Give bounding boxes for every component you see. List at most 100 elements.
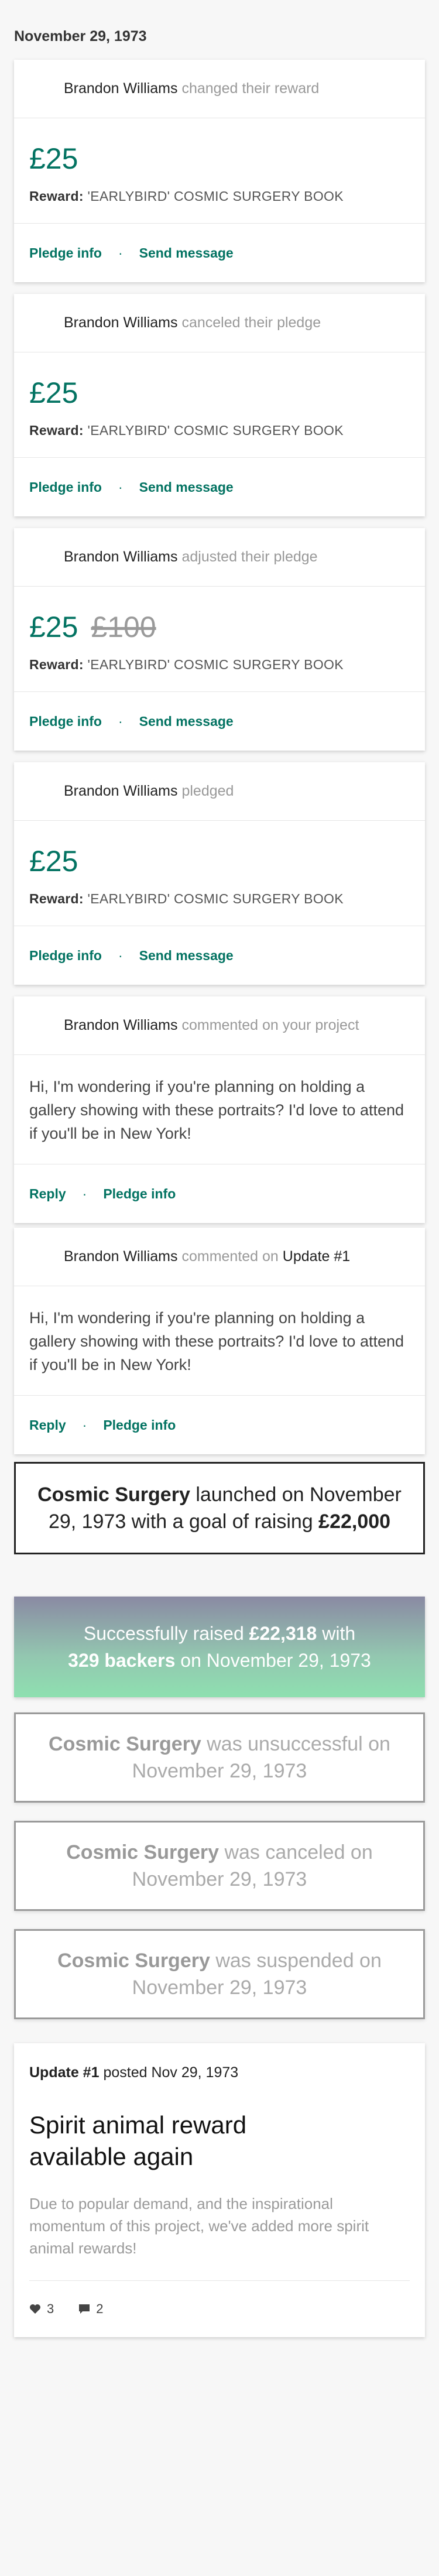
pledge-info-link[interactable]: Pledge info	[29, 479, 102, 495]
reward-label: Reward:	[29, 891, 84, 906]
activity-action: changed their reward	[181, 80, 320, 97]
activity-card-pledge-canceled: Brandon Williams canceled their pledge £…	[14, 294, 425, 516]
actor-name[interactable]: Brandon Williams	[64, 1017, 178, 1034]
separator-dot: ·	[82, 1186, 87, 1201]
reward-label: Reward:	[29, 189, 84, 204]
card-actions: Pledge info · Send message	[14, 224, 425, 282]
pledge-amount: £25	[29, 376, 78, 409]
avatar[interactable]	[29, 1244, 55, 1270]
activity-header: Brandon Williams pledged	[14, 762, 425, 821]
pledge-info-link[interactable]: Pledge info	[29, 948, 102, 964]
comment-icon	[78, 2304, 90, 2314]
goal-amount: £22,000	[318, 1510, 391, 1533]
project-name[interactable]: Cosmic Surgery	[66, 1841, 219, 1864]
avatar[interactable]	[29, 310, 55, 336]
card-actions: Pledge info · Send message	[14, 926, 425, 985]
activity-action: adjusted their pledge	[181, 549, 318, 565]
send-message-link[interactable]: Send message	[139, 245, 234, 261]
update-stats: 3 2	[29, 2281, 410, 2337]
comments-count: 2	[96, 2301, 104, 2316]
heart-icon	[29, 2304, 41, 2314]
activity-feed: November 29, 1973 Brandon Williams chang…	[0, 0, 439, 2576]
pledge-info-link[interactable]: Pledge info	[29, 245, 102, 261]
pledge-amount: £25	[29, 142, 78, 175]
comment-body: Hi, I'm wondering if you're planning on …	[29, 1078, 404, 1142]
project-success-card: Successfully raised £22,318 with 329 bac…	[14, 1597, 425, 1697]
reward-name: 'EARLYBIRD' COSMIC SURGERY BOOK	[87, 891, 344, 906]
actor-name[interactable]: Brandon Williams	[64, 783, 178, 800]
comments-stat[interactable]: 2	[78, 2301, 104, 2317]
update-number[interactable]: Update #1	[29, 2064, 99, 2081]
actor-name[interactable]: Brandon Williams	[64, 1248, 178, 1265]
activity-card-pledged: Brandon Williams pledged £25 Reward: 'EA…	[14, 762, 425, 985]
activity-action: commented on your project	[181, 1017, 359, 1033]
avatar[interactable]	[29, 779, 55, 804]
pledge-amount: £25	[29, 845, 78, 878]
activity-action: canceled their pledge	[181, 314, 321, 331]
pledge-info-link[interactable]: Pledge info	[29, 714, 102, 729]
with-text: with	[322, 1623, 356, 1644]
reward-line: Reward: 'EARLYBIRD' COSMIC SURGERY BOOK	[14, 644, 425, 673]
activity-action: commented on	[181, 1248, 279, 1265]
activity-header: Brandon Williams changed their reward	[14, 60, 425, 118]
separator-dot: ·	[118, 713, 123, 729]
reward-name: 'EARLYBIRD' COSMIC SURGERY BOOK	[87, 189, 344, 204]
comment-card-update: Brandon Williams commented on Update #1 …	[14, 1228, 425, 1454]
project-name[interactable]: Cosmic Surgery	[49, 1733, 201, 1755]
actor-name[interactable]: Brandon Williams	[64, 314, 178, 331]
launched-text: launched on	[196, 1484, 304, 1506]
success-text: Successfully raised	[83, 1623, 244, 1644]
activity-action: pledged	[181, 783, 234, 799]
likes-stat[interactable]: 3	[29, 2301, 54, 2317]
likes-count: 3	[47, 2301, 54, 2316]
raised-amount: £22,318	[249, 1623, 317, 1644]
card-actions: Reply · Pledge info	[14, 1164, 425, 1223]
success-date: on November 29, 1973	[180, 1650, 371, 1671]
project-name[interactable]: Cosmic Surgery	[37, 1484, 190, 1506]
comment-card-project: Brandon Williams commented on your proje…	[14, 996, 425, 1223]
avatar[interactable]	[29, 76, 55, 102]
separator-dot: ·	[118, 245, 123, 261]
amount-row: £25	[14, 118, 425, 176]
activity-card-pledge-adjusted: Brandon Williams adjusted their pledge £…	[14, 528, 425, 751]
reward-label: Reward:	[29, 423, 84, 438]
card-actions: Pledge info · Send message	[14, 458, 425, 516]
reward-line: Reward: 'EARLYBIRD' COSMIC SURGERY BOOK	[14, 410, 425, 439]
send-message-link[interactable]: Send message	[139, 948, 234, 964]
avatar[interactable]	[29, 1013, 55, 1039]
project-unsuccessful-card: Cosmic Surgery was unsuccessful on Novem…	[14, 1712, 425, 1803]
actor-name[interactable]: Brandon Williams	[64, 549, 178, 566]
separator-dot: ·	[118, 947, 123, 963]
reply-link[interactable]: Reply	[29, 1417, 66, 1433]
separator-dot: ·	[82, 1417, 87, 1433]
amount-row: £25	[14, 821, 425, 878]
update-link[interactable]: Update #1	[283, 1248, 350, 1265]
previous-pledge-amount: £100	[91, 611, 156, 643]
activity-header: Brandon Williams commented on Update #1	[14, 1228, 425, 1286]
pledge-info-link[interactable]: Pledge info	[103, 1186, 176, 1202]
project-update-card[interactable]: Update #1 posted Nov 29, 1973 Spirit ani…	[14, 2043, 425, 2337]
update-header: Update #1 posted Nov 29, 1973	[29, 2064, 410, 2081]
update-title[interactable]: Spirit animal reward available again	[29, 2109, 275, 2173]
send-message-link[interactable]: Send message	[139, 714, 234, 729]
activity-card-reward-changed: Brandon Williams changed their reward £2…	[14, 60, 425, 282]
avatar[interactable]	[29, 544, 55, 570]
amount-row: £25 £100	[14, 587, 425, 644]
actor-name[interactable]: Brandon Williams	[64, 80, 178, 97]
activity-header: Brandon Williams commented on your proje…	[14, 996, 425, 1055]
reward-line: Reward: 'EARLYBIRD' COSMIC SURGERY BOOK	[14, 878, 425, 907]
project-name[interactable]: Cosmic Surgery	[57, 1950, 210, 1972]
project-suspended-card: Cosmic Surgery was suspended on November…	[14, 1929, 425, 2019]
pledge-amount: £25	[29, 611, 78, 643]
reward-name: 'EARLYBIRD' COSMIC SURGERY BOOK	[87, 657, 344, 672]
reward-line: Reward: 'EARLYBIRD' COSMIC SURGERY BOOK	[14, 176, 425, 204]
pledge-info-link[interactable]: Pledge info	[103, 1417, 176, 1433]
reward-name: 'EARLYBIRD' COSMIC SURGERY BOOK	[87, 423, 344, 438]
send-message-link[interactable]: Send message	[139, 479, 234, 495]
backers-count: 329 backers	[68, 1650, 176, 1671]
card-actions: Pledge info · Send message	[14, 692, 425, 751]
update-body: Due to popular demand, and the inspirati…	[29, 2195, 369, 2257]
goal-text: with a goal of raising	[131, 1510, 313, 1533]
reply-link[interactable]: Reply	[29, 1186, 66, 1202]
card-actions: Reply · Pledge info	[14, 1396, 425, 1454]
